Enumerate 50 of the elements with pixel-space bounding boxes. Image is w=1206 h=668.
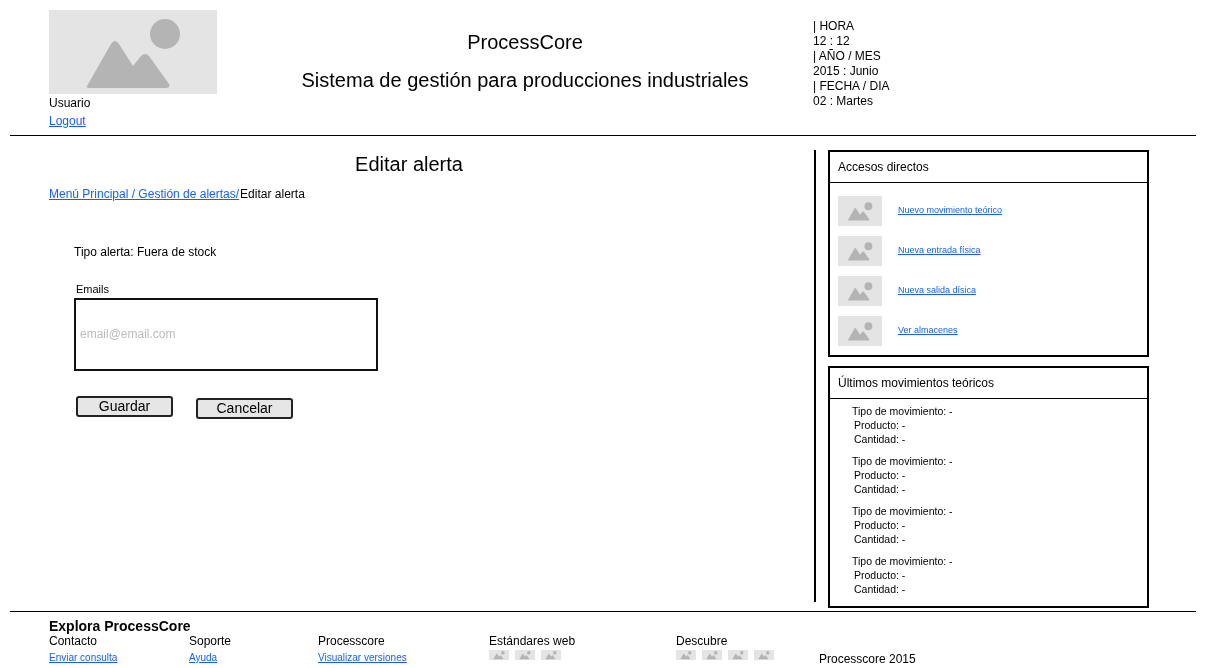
movement-text: Producto: - [854,568,907,582]
movement-text: Producto: - [854,418,907,432]
shortcut-link[interactable]: Nuevo movimiento teórico [898,204,1003,218]
app-subtitle: Sistema de gestión para producciones industriales [300,68,750,93]
image-placeholder-icon [838,316,882,346]
shortcut-link[interactable]: Nueva salida dísica [898,284,977,298]
emails-input[interactable]: email@email.com [74,297,378,371]
movement-text: Cantidad: - [854,432,907,446]
movement-text: Tipo de movimiento: - [852,554,954,568]
movement-text: Tipo de movimiento: - [852,504,954,518]
movement-text: Tipo de movimiento: - [852,404,954,418]
clock-text: | HORA [813,19,856,34]
image-placeholder-icon [838,196,882,226]
copyright-text: Processcore 2015 [819,651,916,668]
footer-link[interactable]: Visualizar versiones [318,652,407,663]
shortcut-link[interactable]: Nueva entrada física [898,244,981,258]
save-button[interactable]: Guardar [76,395,173,417]
movement-text: Cantidad: - [854,582,907,596]
footer-heading: Contacto [49,634,99,648]
movement-text: Cantidad: - [854,482,907,496]
clock-text: | FECHA / DIA [813,79,890,94]
shortcut-link[interactable]: Ver almacenes [898,324,958,338]
movement-text: Producto: - [854,518,907,532]
user-label: Usuario [49,95,92,112]
footer-heading: Estándares web [489,634,577,648]
breadcrumb-link[interactable]: Menú Principal / Gestión de alertas/ [49,185,240,203]
clock-text: 12 : 12 [813,34,851,49]
image-placeholder-icon [838,236,882,266]
clock-text: | AÑO / MES [813,49,882,64]
page-title: Editar alerta [354,152,464,177]
image-placeholder-icon [838,276,882,306]
breadcrumb-current: Editar alerta [240,186,305,203]
clock-text: 2015 : Junio [813,64,880,79]
footer-link[interactable]: Ayuda [189,652,218,663]
cancel-button[interactable]: Cancelar [196,397,293,419]
movement-text: Producto: - [854,468,907,482]
clock-text: 02 : Martes [813,94,875,109]
movement-text: Cantidad: - [854,532,907,546]
logout-link[interactable]: Logout [49,112,250,130]
emails-label: Emails [76,282,110,297]
alert-type-text: Tipo alerta: Fuera de stock [74,244,218,261]
panel-title: Últimos movimientos teóricos [830,368,1147,399]
app-title: ProcessCore [466,30,584,55]
footer-heading: Soporte [189,634,233,648]
footer-link[interactable]: Enviar consulta [49,652,118,663]
footer-heading: Descubre [676,634,729,648]
footer-heading: Processcore [318,634,386,648]
footer-title: Explora ProcessCore [49,618,192,634]
panel-title: Accesos directos [830,152,1147,183]
movement-text: Tipo de movimiento: - [852,454,954,468]
